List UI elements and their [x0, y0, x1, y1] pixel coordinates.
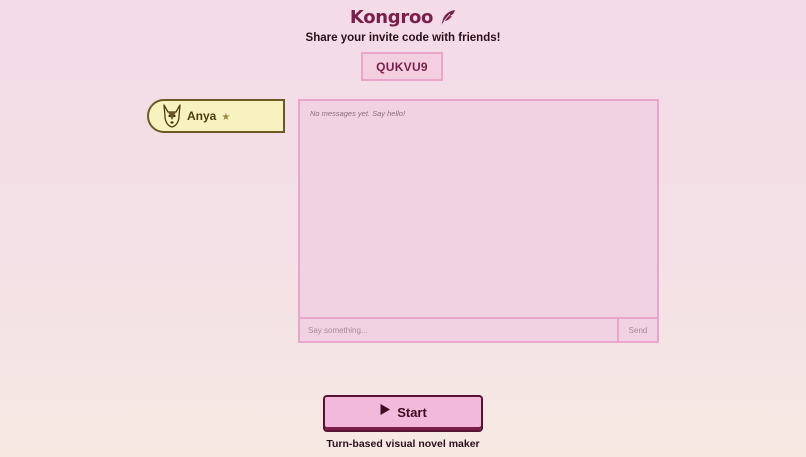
send-button[interactable]: Send	[617, 319, 657, 341]
logo: Kongroo	[350, 6, 456, 28]
host-star-icon: ★	[221, 112, 231, 123]
start-button[interactable]: Start	[323, 395, 483, 432]
header: Kongroo Share your invite code with frie…	[0, 6, 806, 45]
quill-icon	[440, 9, 456, 26]
chat-panel: No messages yet. Say hello! Send	[298, 99, 659, 343]
chat-input[interactable]	[300, 319, 617, 341]
husky-avatar-icon	[161, 104, 183, 128]
player-card: Anya ★	[147, 99, 285, 133]
chat-empty-message: No messages yet. Say hello!	[310, 109, 406, 118]
footer-tagline: Turn-based visual novel maker	[326, 438, 480, 450]
chat-form: Send	[300, 317, 657, 341]
invite-code[interactable]: QUKVU9	[361, 52, 443, 81]
play-icon	[379, 403, 391, 421]
start-label: Start	[397, 404, 427, 420]
chat-messages[interactable]: No messages yet. Say hello!	[300, 101, 657, 320]
player-name: Anya	[187, 109, 217, 123]
invite-instructions: Share your invite code with friends!	[305, 32, 501, 44]
app-title: Kongroo	[349, 6, 434, 28]
